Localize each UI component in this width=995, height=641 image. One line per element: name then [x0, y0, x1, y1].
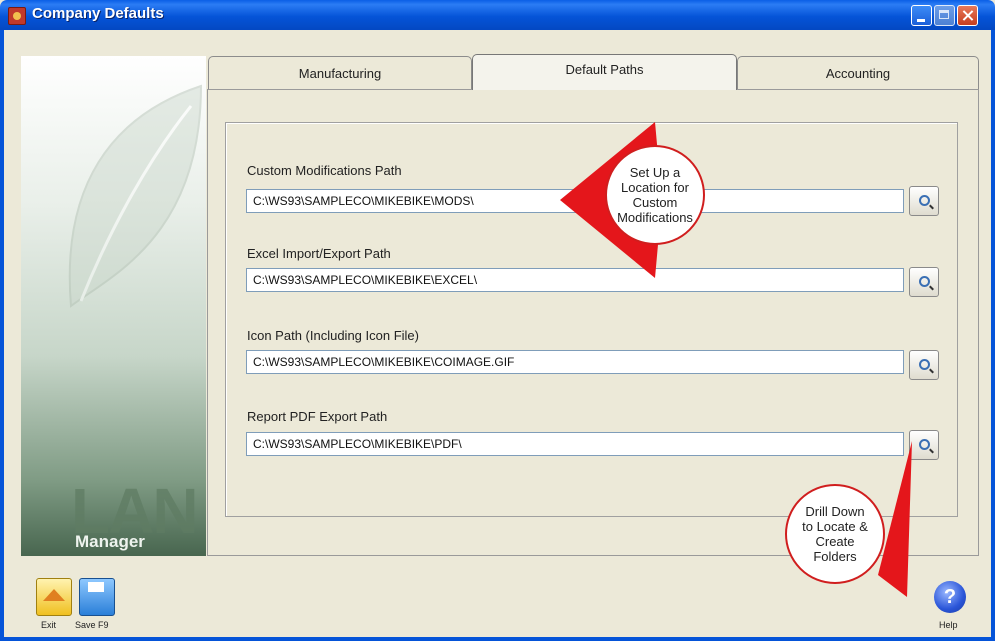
callout-drill-down: Drill Down to Locate & Create Folders	[785, 484, 885, 584]
callout-arrow-bottom	[878, 441, 912, 597]
company-defaults-window: Company Defaults LAN Manager Manufacturi…	[0, 0, 995, 641]
callout-setup-location: Set Up a Location for Custom Modificatio…	[605, 145, 705, 245]
